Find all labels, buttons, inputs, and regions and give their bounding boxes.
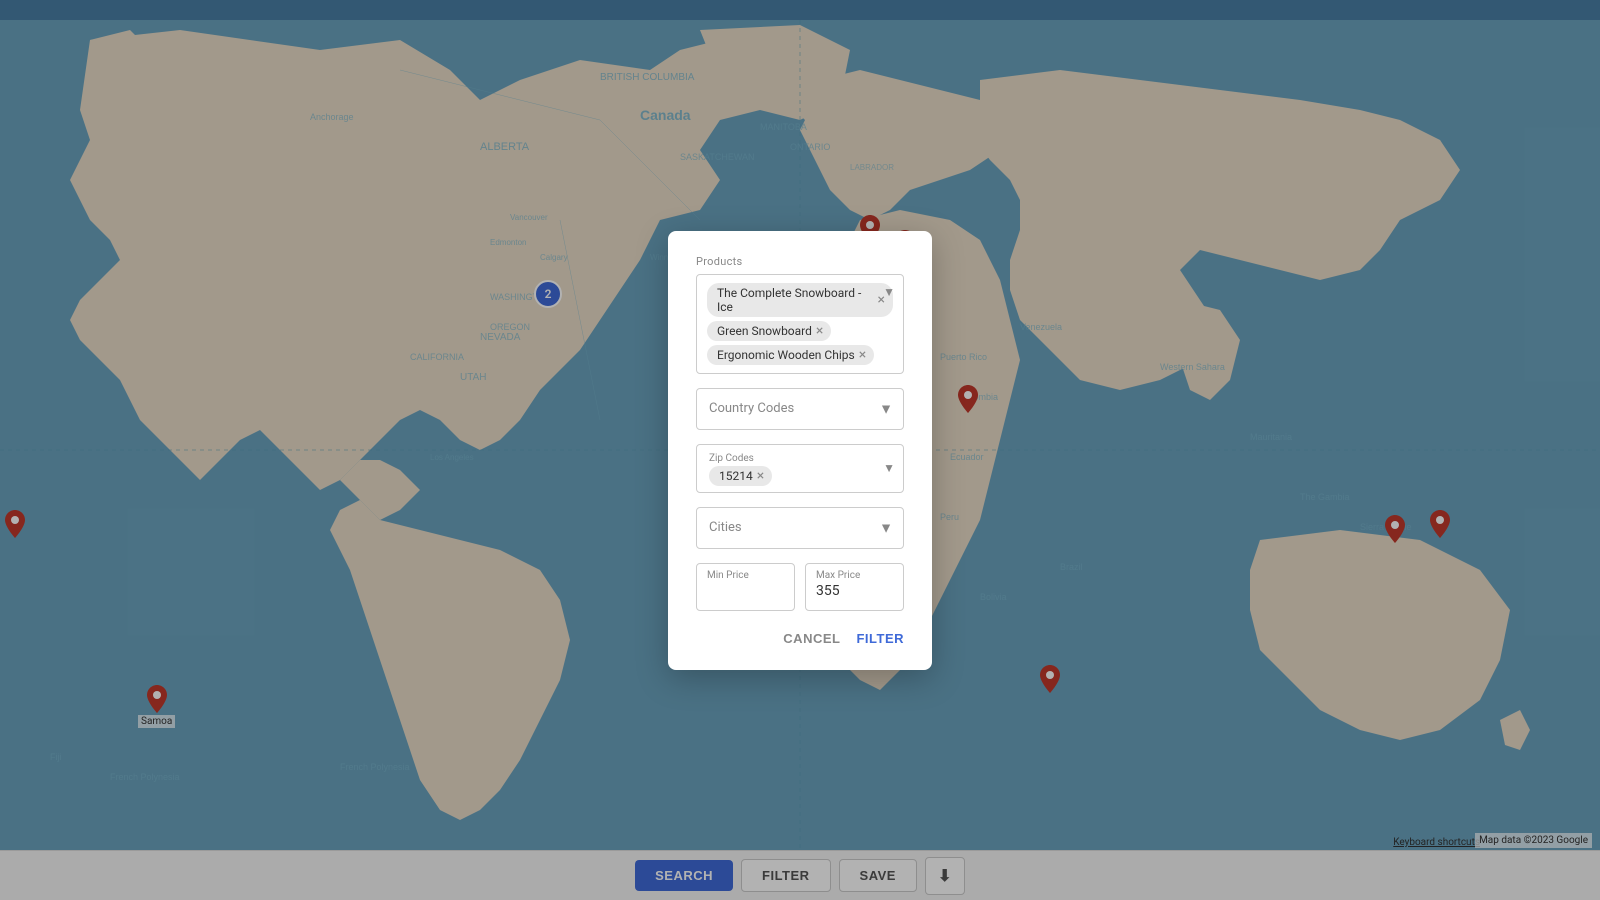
- tags-row-2: Green Snowboard ×: [707, 321, 893, 341]
- zip-codes-label: Zip Codes: [705, 449, 873, 464]
- country-codes-placeholder: Country Codes: [709, 401, 794, 416]
- price-row: Min Price Max Price 355: [696, 563, 904, 611]
- products-label: Products: [696, 255, 904, 268]
- tag-text: The Complete Snowboard - Ice: [717, 286, 874, 314]
- cities-select[interactable]: Cities ▼: [696, 507, 904, 549]
- tag-ergonomic[interactable]: Ergonomic Wooden Chips ×: [707, 345, 874, 365]
- zip-tags-container: 15214 ×: [705, 464, 873, 488]
- zip-codes-field[interactable]: Zip Codes 15214 × ▼: [696, 444, 904, 493]
- max-price-wrap[interactable]: Max Price 355: [805, 563, 904, 611]
- filter-modal: Products The Complete Snowboard - Ice × …: [668, 231, 932, 670]
- max-price-value[interactable]: 355: [816, 583, 893, 599]
- tag-zip-text: 15214: [719, 469, 753, 483]
- tags-row-3: Ergonomic Wooden Chips ×: [707, 345, 893, 365]
- modal-actions: CANCEL FILTER: [696, 631, 904, 646]
- tag-remove-ergonomic[interactable]: ×: [859, 348, 866, 362]
- modal-overlay[interactable]: Products The Complete Snowboard - Ice × …: [0, 0, 1600, 900]
- products-dropdown-arrow: ▼: [883, 285, 895, 299]
- products-field[interactable]: The Complete Snowboard - Ice × ▼ Green S…: [696, 274, 904, 374]
- min-price-label: Min Price: [707, 570, 784, 581]
- country-codes-select[interactable]: Country Codes ▼: [696, 388, 904, 430]
- filter-button[interactable]: FILTER: [856, 631, 904, 646]
- zip-arrow: ▼: [883, 461, 895, 475]
- tag-snowboard[interactable]: The Complete Snowboard - Ice ×: [707, 283, 893, 317]
- cities-arrow: ▼: [879, 519, 893, 536]
- tags-container: The Complete Snowboard - Ice × ▼: [707, 283, 893, 317]
- country-codes-arrow: ▼: [879, 400, 893, 417]
- tag-zip-15214[interactable]: 15214 ×: [709, 466, 772, 486]
- max-price-label: Max Price: [816, 570, 893, 581]
- tag-text: Green Snowboard: [717, 324, 812, 338]
- tag-remove-green[interactable]: ×: [816, 324, 823, 338]
- cities-placeholder: Cities: [709, 520, 742, 535]
- tag-green[interactable]: Green Snowboard ×: [707, 321, 831, 341]
- min-price-wrap[interactable]: Min Price: [696, 563, 795, 611]
- tag-text: Ergonomic Wooden Chips: [717, 348, 855, 362]
- tag-remove-zip[interactable]: ×: [757, 469, 764, 483]
- cancel-button[interactable]: CANCEL: [783, 631, 840, 646]
